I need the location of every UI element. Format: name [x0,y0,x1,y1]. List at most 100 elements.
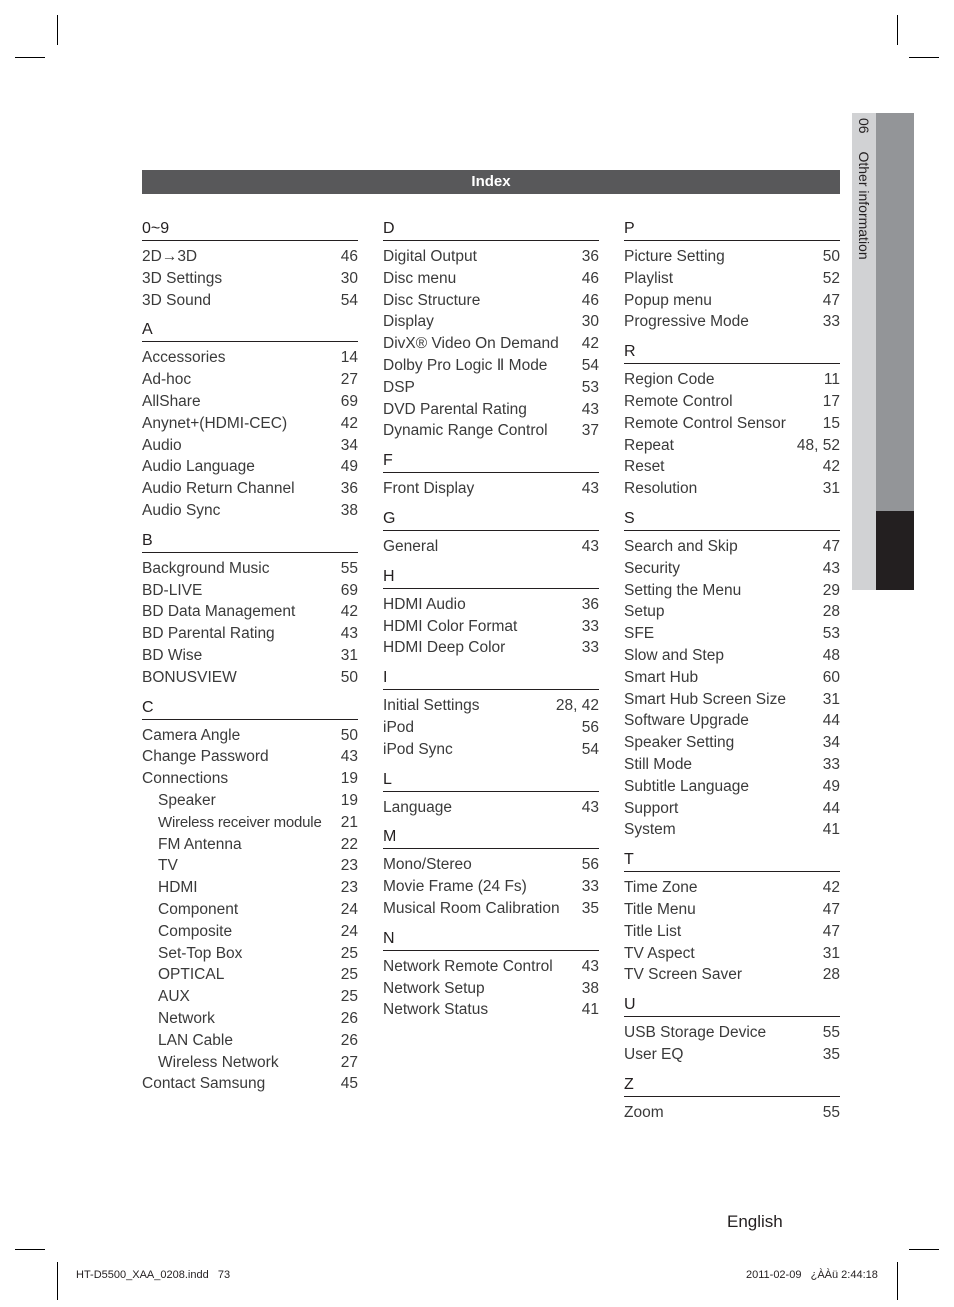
index-entry[interactable]: Reset 42 [624,456,840,478]
index-entry[interactable]: Subtitle Language 49 [624,776,840,798]
index-entry[interactable]: Movie Frame (24 Fs) 33 [383,876,599,898]
index-entry[interactable]: Security 43 [624,558,840,580]
index-entry[interactable]: 3D Settings 30 [142,268,358,290]
index-entry[interactable]: Smart Hub 60 [624,667,840,689]
index-entry[interactable]: Search and Skip 47 [624,536,840,558]
index-entry[interactable]: Network Remote Control 43 [383,956,599,978]
index-entry[interactable]: DSP 53 [383,377,599,399]
index-entry[interactable]: Popup menu 47 [624,290,840,312]
index-subentry[interactable]: LAN Cable 26 [142,1030,358,1052]
entry-term: Accessories [142,349,226,367]
index-entry[interactable]: Support 44 [624,798,840,820]
index-subentry[interactable]: Network 26 [142,1008,358,1030]
index-entry[interactable]: Title List 47 [624,921,840,943]
index-subentry[interactable]: Speaker 19 [142,790,358,812]
index-entry[interactable]: System 41 [624,819,840,841]
index-entry[interactable]: BD-LIVE 69 [142,580,358,602]
chapter-tab-label[interactable]: 06 Other information [852,118,876,260]
index-entry[interactable]: Change Password 43 [142,746,358,768]
index-entry[interactable]: Background Music 55 [142,558,358,580]
index-entry[interactable]: Accessories 14 [142,347,358,369]
index-subentry[interactable]: OPTICAL 25 [142,964,358,986]
index-entry[interactable]: iPod Sync 54 [383,739,599,761]
index-entry[interactable]: DivX® Video On Demand 42 [383,333,599,355]
index-entry[interactable]: 3D Sound 54 [142,290,358,312]
index-entry[interactable]: Disc menu 46 [383,268,599,290]
index-entry[interactable]: TV Screen Saver 28 [624,964,840,986]
index-entry[interactable]: Setup 28 [624,601,840,623]
index-subentry[interactable]: Wireless Network 27 [142,1052,358,1074]
index-entry[interactable]: Language 43 [383,797,599,819]
index-entry[interactable]: Network Status 41 [383,999,599,1021]
index-entry[interactable]: Repeat 48, 52 [624,435,840,457]
entry-page-number: 27 [340,371,358,389]
index-entry[interactable]: BD Wise 31 [142,645,358,667]
index-subentry[interactable]: Composite 24 [142,921,358,943]
index-entry[interactable]: Picture Setting 50 [624,246,840,268]
index-entry[interactable]: Audio Return Channel 36 [142,478,358,500]
entry-page-number: 28, 42 [555,697,599,715]
index-entry[interactable]: BONUSVIEW 50 [142,667,358,689]
index-entry[interactable]: Contact Samsung 45 [142,1073,358,1095]
index-entry[interactable]: Playlist 52 [624,268,840,290]
index-entry[interactable]: Display 30 [383,311,599,333]
index-subentry[interactable]: AUX 25 [142,986,358,1008]
index-entry[interactable]: Musical Room Calibration 35 [383,898,599,920]
entry-term: Setting the Menu [624,581,742,599]
index-entry[interactable]: Region Code 11 [624,369,840,391]
index-subentry[interactable]: Wireless receiver module 21 [142,812,358,834]
index-entry[interactable]: Disc Structure 46 [383,290,599,312]
index-subentry[interactable]: Component 24 [142,899,358,921]
index-entry[interactable]: Digital Output 36 [383,246,599,268]
index-entry[interactable]: BD Data Management 42 [142,601,358,623]
index-entry[interactable]: Still Mode 33 [624,754,840,776]
index-entry[interactable]: Resolution 31 [624,478,840,500]
index-entry[interactable]: Zoom 55 [624,1102,840,1124]
index-subentry[interactable]: HDMI 23 [142,877,358,899]
index-entry[interactable]: DVD Parental Rating 43 [383,399,599,421]
index-entry[interactable]: USB Storage Device 55 [624,1022,840,1044]
section-letter-heading: C [142,697,358,720]
index-entry[interactable]: Front Display 43 [383,478,599,500]
index-entry[interactable]: Remote Control 17 [624,391,840,413]
entry-page-number: 29 [822,581,840,599]
index-entry[interactable]: Network Setup 38 [383,978,599,1000]
index-entry[interactable]: Smart Hub Screen Size 31 [624,689,840,711]
index-entry[interactable]: Ad-hoc 27 [142,369,358,391]
index-entry[interactable]: Connections 19 [142,768,358,790]
index-entry[interactable]: Mono/Stereo 56 [383,854,599,876]
index-entry[interactable]: AllShare 69 [142,391,358,413]
index-entry[interactable]: HDMI Audio 36 [383,594,599,616]
index-entry[interactable]: General 43 [383,536,599,558]
index-entry[interactable]: Dynamic Range Control 37 [383,420,599,442]
index-entry[interactable]: Software Upgrade 44 [624,710,840,732]
index-entry[interactable]: HDMI Color Format 33 [383,616,599,638]
index-entry[interactable]: Audio Language 49 [142,456,358,478]
index-entry[interactable]: Remote Control Sensor 15 [624,413,840,435]
index-entry[interactable]: HDMI Deep Color 33 [383,637,599,659]
index-entry[interactable]: User EQ 35 [624,1044,840,1066]
index-entry[interactable]: 2D→3D 46 [142,246,358,268]
index-subentry[interactable]: FM Antenna 22 [142,834,358,856]
entry-term: Component [158,900,239,918]
index-entry[interactable]: BD Parental Rating 43 [142,623,358,645]
index-entry[interactable]: iPod 56 [383,717,599,739]
index-entry[interactable]: Title Menu 47 [624,899,840,921]
index-entry[interactable]: Dolby Pro Logic Ⅱ Mode 54 [383,355,599,377]
index-entry[interactable]: TV Aspect 31 [624,943,840,965]
index-entry[interactable]: Audio Sync 38 [142,500,358,522]
index-subentry[interactable]: TV 23 [142,855,358,877]
index-entry[interactable]: Time Zone 42 [624,877,840,899]
index-subentry[interactable]: Set-Top Box 25 [142,943,358,965]
index-entry[interactable]: Progressive Mode 33 [624,311,840,333]
index-entry[interactable]: Setting the Menu 29 [624,580,840,602]
index-entry[interactable]: Audio 34 [142,435,358,457]
index-entry[interactable]: Camera Angle 50 [142,725,358,747]
index-entry[interactable]: Initial Settings 28, 42 [383,695,599,717]
entry-term: iPod Sync [383,740,453,758]
index-entry[interactable]: SFE 53 [624,623,840,645]
entry-term: FM Antenna [158,835,242,853]
index-entry[interactable]: Slow and Step 48 [624,645,840,667]
index-entry[interactable]: Anynet+(HDMI-CEC) 42 [142,413,358,435]
index-entry[interactable]: Speaker Setting 34 [624,732,840,754]
